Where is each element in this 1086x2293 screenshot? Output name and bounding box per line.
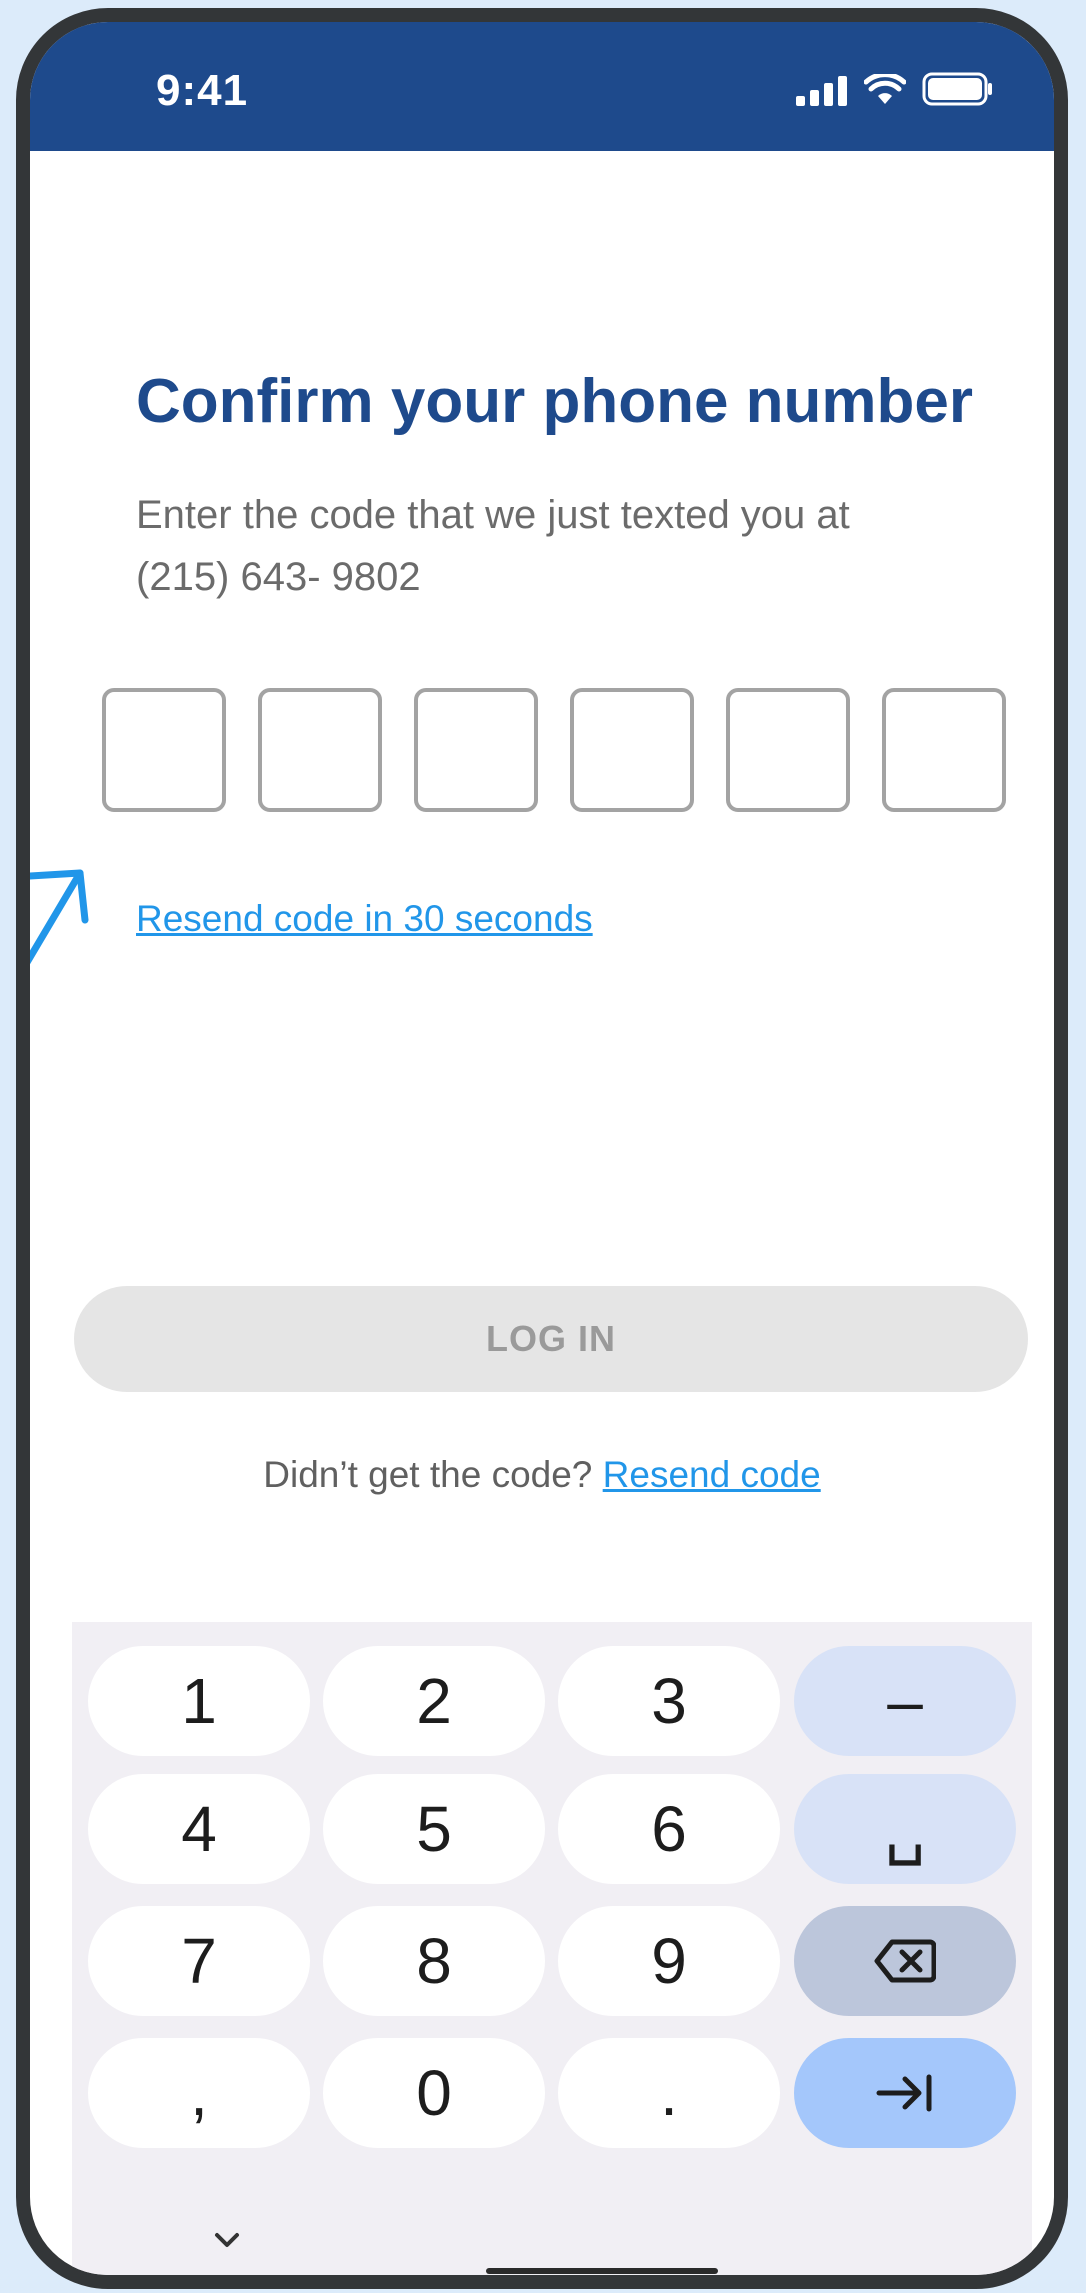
phone-frame: 9:41 Confirm your phone number Enter the… <box>16 8 1068 2289</box>
phone-number-text: (215) 643- 9802 <box>136 555 421 599</box>
annotation-arrow-icon <box>30 869 89 965</box>
numeric-keyboard: 1 2 3 – 4 5 6 ␣ 7 8 9 , 0 . <box>72 1622 1032 2275</box>
backspace-icon <box>874 1939 936 1983</box>
key-period[interactable]: . <box>558 2038 780 2148</box>
login-button[interactable]: LOG IN <box>74 1286 1028 1392</box>
code-input-group <box>102 688 1006 812</box>
resend-prompt: Didn’t get the code? <box>263 1454 593 1495</box>
key-2[interactable]: 2 <box>323 1646 545 1756</box>
resend-timer-link[interactable]: Resend code in 30 seconds <box>136 898 593 940</box>
key-3[interactable]: 3 <box>558 1646 780 1756</box>
key-5[interactable]: 5 <box>323 1774 545 1884</box>
key-4[interactable]: 4 <box>88 1774 310 1884</box>
resend-row: Didn’t get the code? Resend code <box>30 1454 1054 1496</box>
code-digit-4[interactable] <box>570 688 694 812</box>
key-9[interactable]: 9 <box>558 1906 780 2016</box>
status-bar: 9:41 <box>30 22 1054 151</box>
key-8[interactable]: 8 <box>323 1906 545 2016</box>
code-digit-3[interactable] <box>414 688 538 812</box>
code-digit-2[interactable] <box>258 688 382 812</box>
key-1[interactable]: 1 <box>88 1646 310 1756</box>
status-icons <box>796 72 994 106</box>
key-dash[interactable]: – <box>794 1646 1016 1756</box>
code-digit-5[interactable] <box>726 688 850 812</box>
key-6[interactable]: 6 <box>558 1774 780 1884</box>
key-7[interactable]: 7 <box>88 1906 310 2016</box>
resend-code-link[interactable]: Resend code <box>603 1454 821 1495</box>
status-time: 9:41 <box>156 66 249 115</box>
wifi-icon <box>864 74 906 104</box>
instruction-line: Enter the code that we just texted you a… <box>136 493 850 537</box>
key-comma[interactable]: , <box>88 2038 310 2148</box>
cellular-signal-icon <box>796 76 847 106</box>
battery-icon <box>922 72 992 106</box>
key-0[interactable]: 0 <box>323 2038 545 2148</box>
code-digit-6[interactable] <box>882 688 1006 812</box>
code-digit-1[interactable] <box>102 688 226 812</box>
key-next[interactable] <box>794 2038 1016 2148</box>
key-space[interactable]: ␣ <box>794 1774 1016 1884</box>
page-title: Confirm your phone number <box>136 367 973 436</box>
tab-next-icon <box>876 2074 932 2112</box>
instruction-text: Enter the code that we just texted you a… <box>136 484 996 608</box>
home-indicator <box>486 2268 718 2274</box>
key-backspace[interactable] <box>794 1906 1016 2016</box>
chevron-down-icon[interactable] <box>212 2230 242 2250</box>
